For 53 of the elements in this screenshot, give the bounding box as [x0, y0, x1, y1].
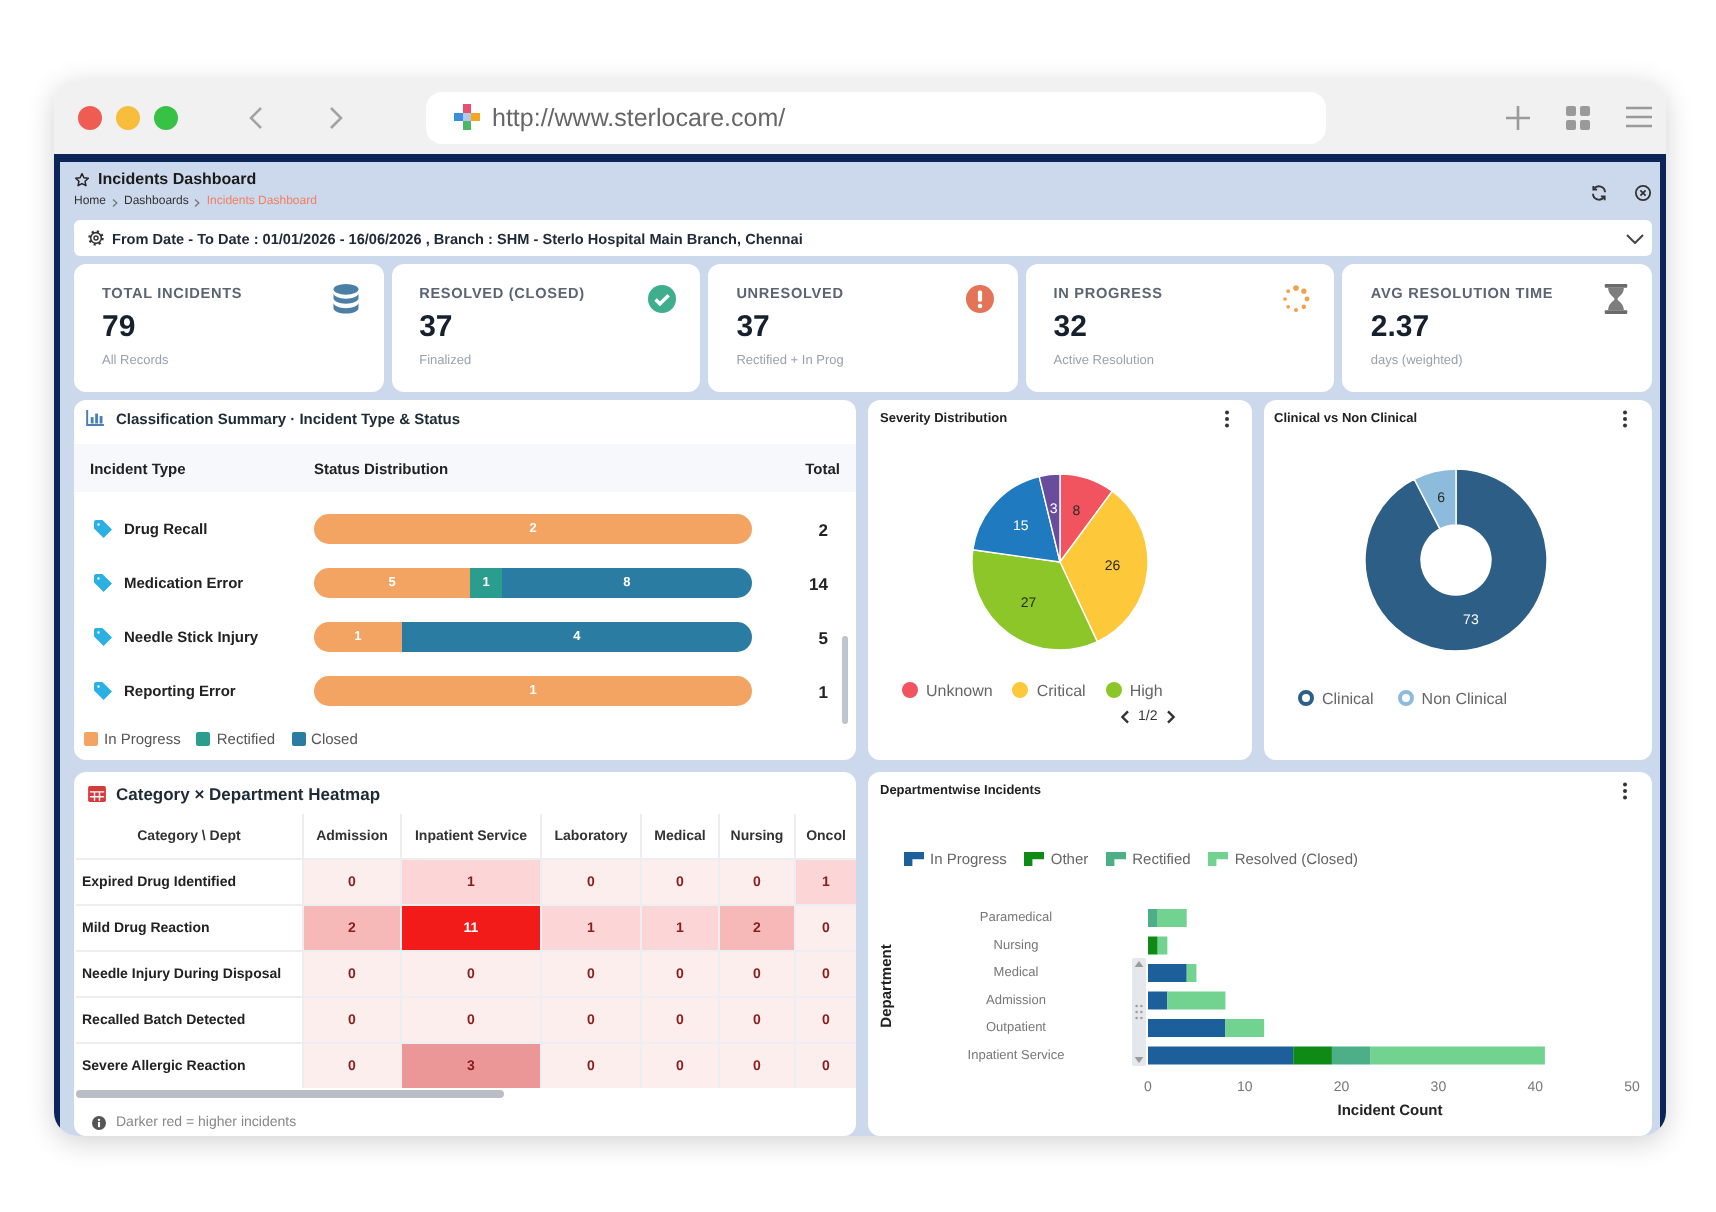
- forward-icon[interactable]: [328, 105, 344, 129]
- check-circle-icon: [648, 284, 677, 314]
- minimize-window-icon[interactable]: [116, 105, 140, 129]
- table-icon: [88, 785, 106, 801]
- more-options-icon[interactable]: [1622, 781, 1628, 799]
- tag-icon: [94, 628, 112, 646]
- legend-label[interactable]: Unknown: [926, 681, 993, 699]
- kpi-value: 32: [1053, 312, 1087, 344]
- next-page-icon[interactable]: [1165, 710, 1176, 724]
- chart-icon: [86, 410, 104, 426]
- chevron-right-icon: [194, 197, 201, 207]
- kpi-value: 37: [736, 312, 770, 344]
- previous-page-icon[interactable]: [1120, 710, 1130, 724]
- close-window-icon[interactable]: [78, 105, 102, 129]
- spinner-icon: [1282, 284, 1311, 314]
- database-icon: [331, 284, 360, 314]
- back-icon[interactable]: [248, 105, 264, 129]
- legend-label[interactable]: Clinical: [1322, 689, 1374, 707]
- total-value: 5: [816, 627, 830, 647]
- info-icon: [92, 1115, 106, 1129]
- kpi-value: 79: [102, 312, 136, 344]
- tag-icon: [94, 682, 112, 700]
- more-options-icon[interactable]: [1622, 409, 1628, 427]
- refresh-icon[interactable]: [1590, 184, 1608, 202]
- kpi-value: 37: [419, 312, 453, 344]
- scrollbar[interactable]: [76, 1090, 504, 1098]
- exclamation-circle-icon: [965, 284, 994, 314]
- settings-icon: [88, 230, 104, 246]
- total-value: 1: [816, 681, 830, 701]
- cross-logo-icon: [454, 104, 480, 130]
- chevron-down-icon[interactable]: [1626, 233, 1644, 243]
- total-value: 14: [807, 573, 830, 593]
- more-options-icon[interactable]: [1224, 409, 1230, 427]
- scrollbar[interactable]: [842, 636, 848, 724]
- zoom-slider[interactable]: [1132, 958, 1146, 1066]
- legend-label[interactable]: Non Clinical: [1421, 689, 1507, 707]
- chevron-right-icon: [112, 197, 119, 207]
- page-title: Incidents Dashboard: [98, 170, 257, 190]
- tag-icon: [94, 520, 112, 538]
- card-title: Category × Department Heatmap: [116, 783, 381, 803]
- kpi-value: 2.37: [1370, 312, 1430, 344]
- menu-icon[interactable]: [1626, 106, 1652, 128]
- legend-label[interactable]: Critical: [1036, 681, 1086, 699]
- tag-icon: [94, 574, 112, 592]
- legend-label[interactable]: High: [1129, 681, 1163, 699]
- address-bar[interactable]: http://www.sterlocare.com/: [426, 91, 1326, 143]
- total-value: 2: [816, 519, 830, 539]
- maximize-window-icon[interactable]: [154, 105, 178, 129]
- grid-icon[interactable]: [1566, 105, 1590, 129]
- new-tab-icon[interactable]: [1506, 105, 1530, 129]
- star-icon[interactable]: [74, 172, 90, 188]
- close-icon[interactable]: [1634, 184, 1652, 202]
- hourglass-icon: [1604, 284, 1628, 314]
